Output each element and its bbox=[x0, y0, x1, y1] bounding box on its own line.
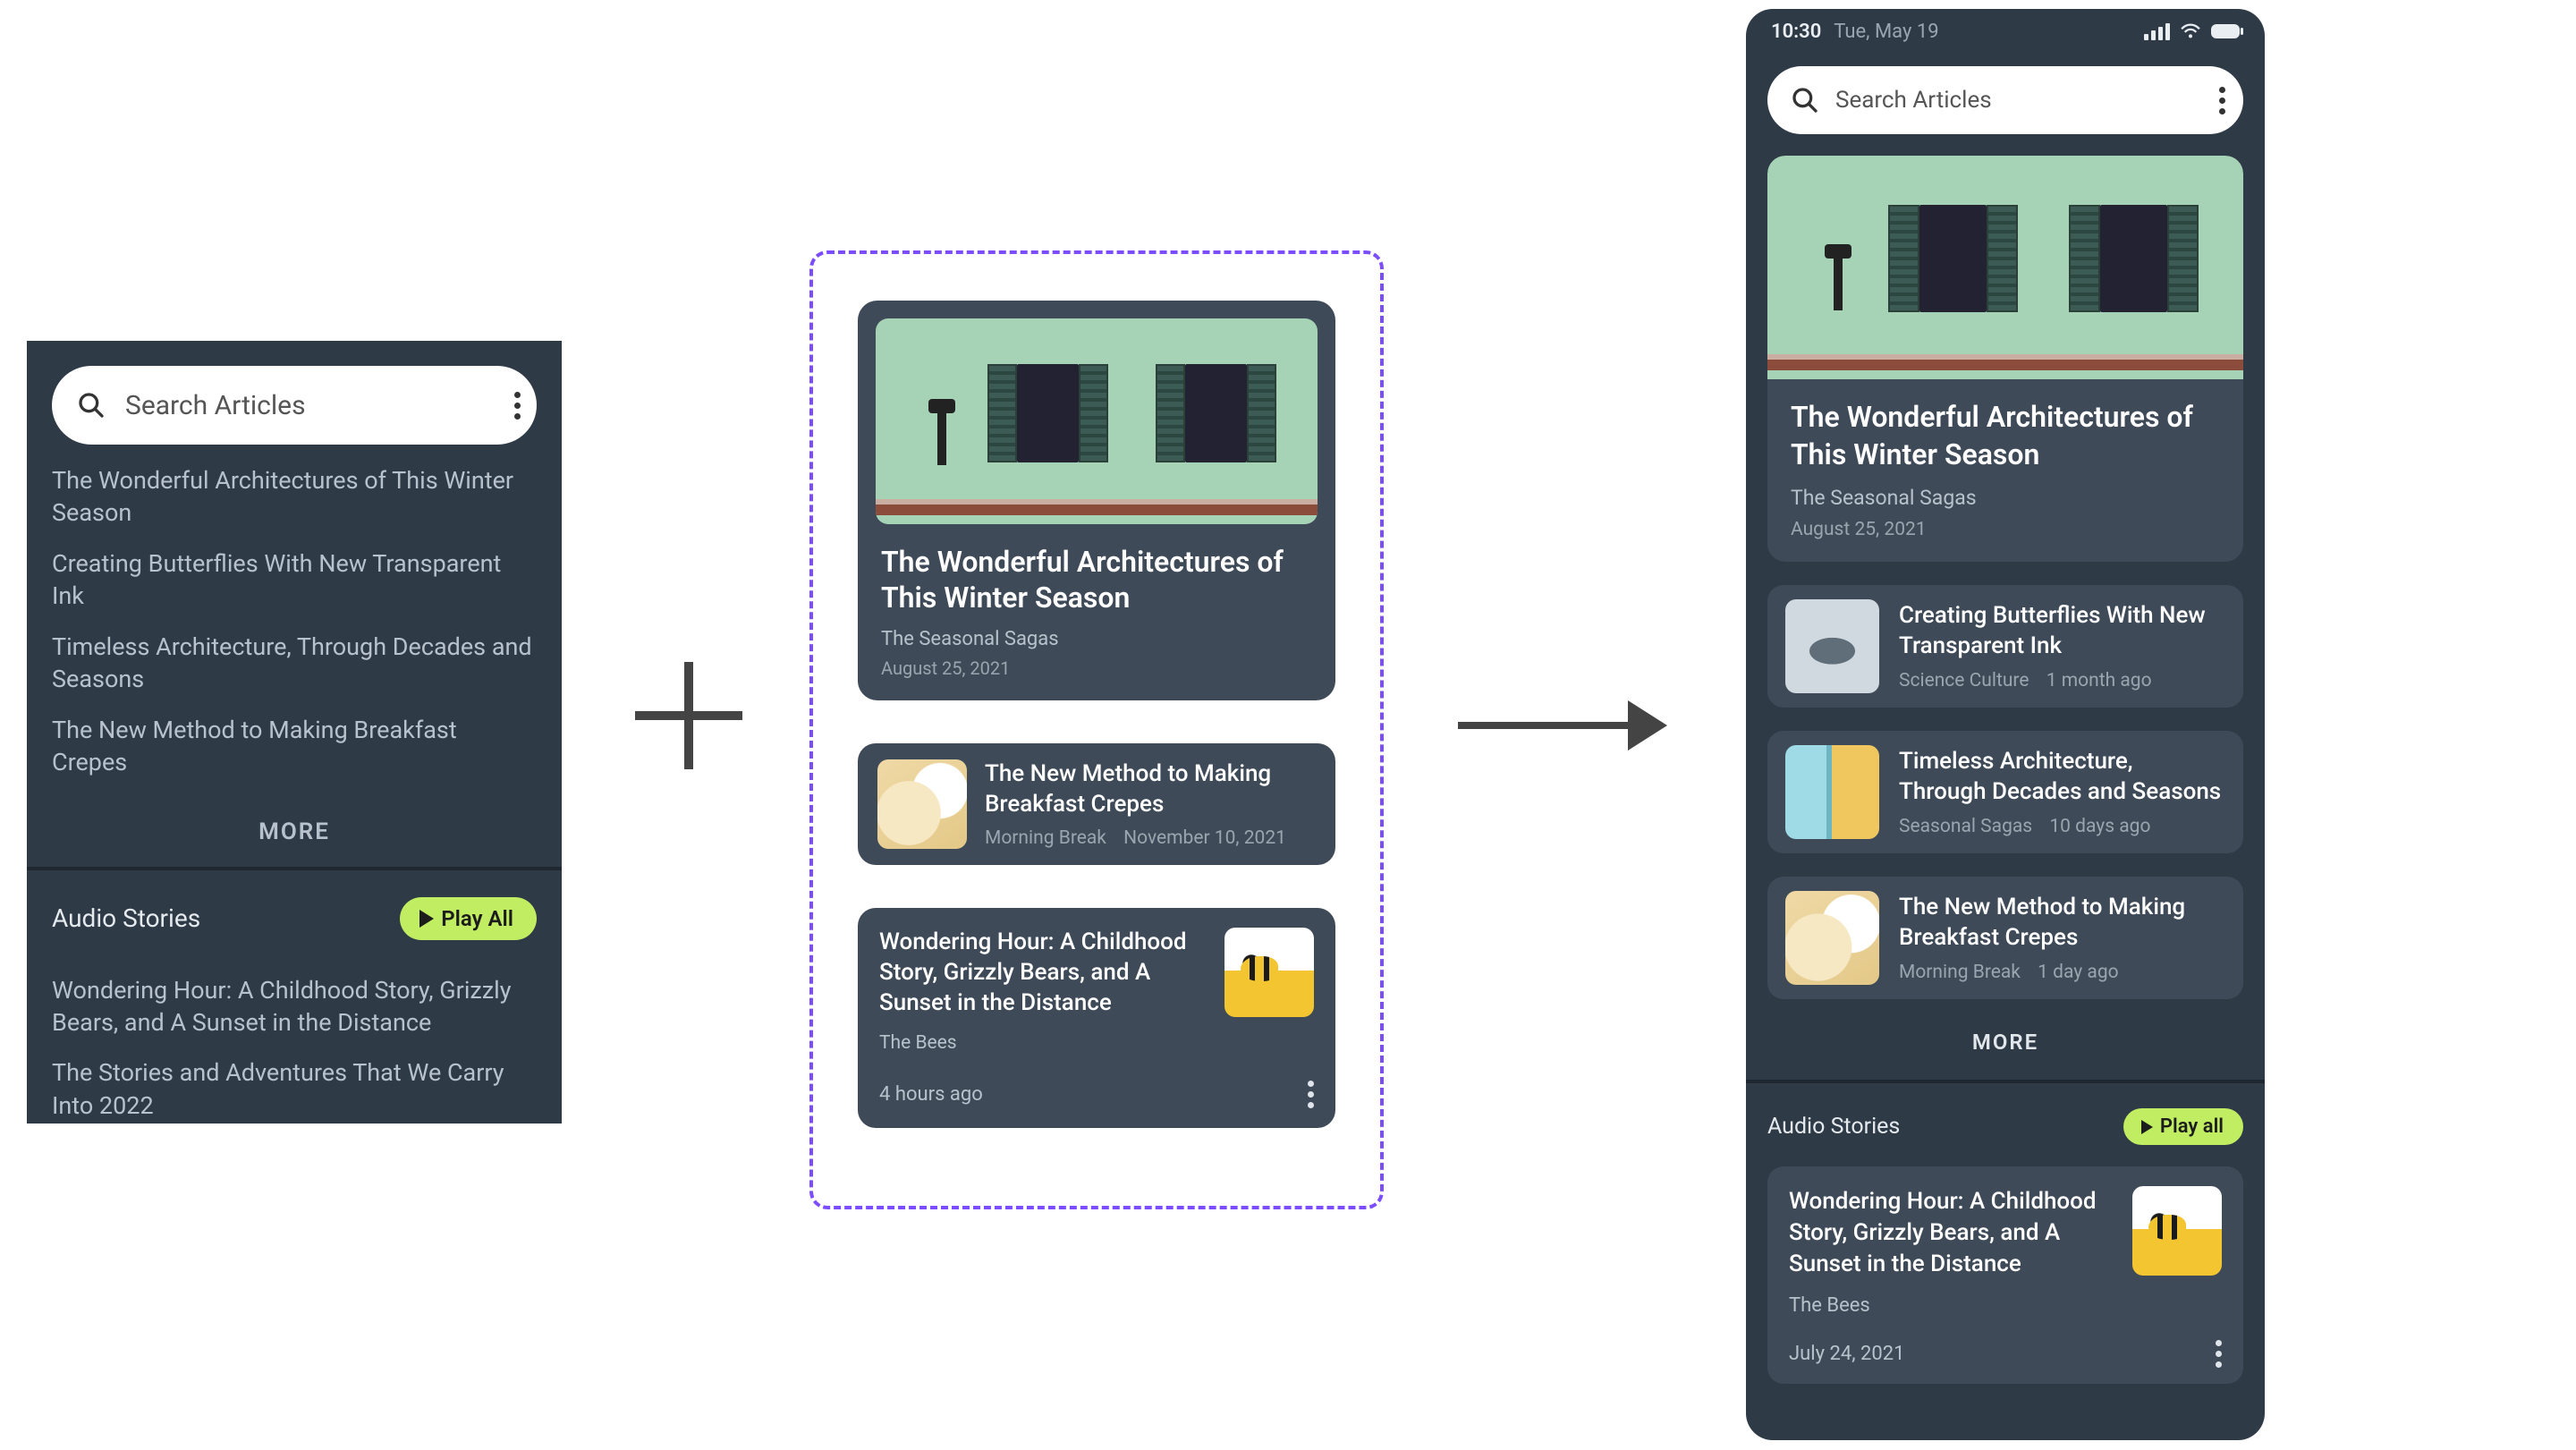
battery-icon bbox=[2211, 24, 2240, 38]
status-time: 10:30 bbox=[1771, 21, 1821, 43]
phone-mockup: 10:30 Tue, May 19 Search Articles bbox=[1746, 9, 2265, 1440]
more-button[interactable]: MORE bbox=[1767, 999, 2243, 1080]
article-row-date: 10 days ago bbox=[2049, 816, 2150, 837]
audio-card-title: Wondering Hour: A Childhood Story, Grizz… bbox=[1789, 1186, 2114, 1280]
audio-card[interactable]: Wondering Hour: A Childhood Story, Grizz… bbox=[1767, 1166, 2243, 1384]
article-title-item[interactable]: The Wonderful Architectures of This Wint… bbox=[52, 464, 537, 530]
search-placeholder: Search Articles bbox=[125, 390, 513, 421]
article-row-title: The New Method to Making Breakfast Crepe… bbox=[1899, 893, 2225, 954]
row-card-image bbox=[877, 759, 967, 849]
hero-card-source: The Seasonal Sagas bbox=[1791, 486, 2220, 510]
signal-icon bbox=[2144, 23, 2170, 40]
audio-title-item[interactable]: The Stories and Adventures That We Carry… bbox=[52, 1056, 537, 1122]
article-row-date: 1 month ago bbox=[2046, 670, 2152, 691]
plus-icon bbox=[635, 662, 742, 769]
hero-card-title: The Wonderful Architectures of This Wint… bbox=[881, 544, 1312, 615]
more-icon[interactable] bbox=[1307, 1081, 1314, 1108]
article-row-source: Science Culture bbox=[1899, 670, 2029, 691]
search-placeholder: Search Articles bbox=[1835, 87, 2218, 114]
hero-card-title: The Wonderful Architectures of This Wint… bbox=[1791, 399, 2220, 473]
stack-card[interactable]: Wondering Hour: A Childhood Story, Grizz… bbox=[858, 908, 1335, 1128]
stack-card-image bbox=[1224, 928, 1314, 1017]
article-title-item[interactable]: Timeless Architecture, Through Decades a… bbox=[52, 631, 537, 696]
more-button[interactable]: MORE bbox=[27, 797, 562, 867]
row-card-title: The New Method to Making Breakfast Crepe… bbox=[985, 759, 1316, 820]
arrow-icon bbox=[1458, 698, 1673, 751]
hero-card-image bbox=[876, 318, 1318, 524]
audio-header-label: Audio Stories bbox=[52, 903, 200, 933]
article-row-source: Morning Break bbox=[1899, 962, 2021, 983]
more-icon[interactable] bbox=[2215, 1340, 2222, 1368]
article-row-source: Seasonal Sagas bbox=[1899, 816, 2032, 837]
audio-section-header: Audio Stories Play all bbox=[1746, 1083, 2265, 1159]
hero-card-date: August 25, 2021 bbox=[881, 657, 1312, 679]
audio-card-source: The Bees bbox=[1789, 1294, 2114, 1317]
hero-card[interactable]: The Wonderful Architectures of This Wint… bbox=[858, 301, 1335, 700]
article-row-title: Timeless Architecture, Through Decades a… bbox=[1899, 747, 2225, 808]
stack-card-title: Wondering Hour: A Childhood Story, Grizz… bbox=[879, 928, 1207, 1018]
article-row[interactable]: Timeless Architecture, Through Decades a… bbox=[1767, 731, 2243, 853]
play-icon bbox=[2141, 1120, 2153, 1134]
spec-panel: Search Articles The Wonderful Architectu… bbox=[27, 341, 562, 1124]
row-card-date: November 10, 2021 bbox=[1123, 827, 1286, 849]
stack-card-time: 4 hours ago bbox=[879, 1083, 983, 1106]
more-icon[interactable] bbox=[2218, 87, 2225, 114]
hero-card-image bbox=[1767, 156, 2243, 379]
row-card-source: Morning Break bbox=[985, 827, 1106, 849]
search-bar[interactable]: Search Articles bbox=[52, 366, 537, 445]
row-card[interactable]: The New Method to Making Breakfast Crepe… bbox=[858, 743, 1335, 865]
hero-card[interactable]: The Wonderful Architectures of This Wint… bbox=[1767, 156, 2243, 562]
audio-card-date: July 24, 2021 bbox=[1789, 1343, 1904, 1365]
article-row-image bbox=[1785, 891, 1879, 985]
article-title-list: The Wonderful Architectures of This Wint… bbox=[27, 464, 562, 779]
more-icon[interactable] bbox=[513, 392, 521, 420]
article-title-item[interactable]: The New Method to Making Breakfast Crepe… bbox=[52, 714, 537, 779]
hero-card-source: The Seasonal Sagas bbox=[881, 628, 1312, 650]
article-row-image bbox=[1785, 745, 1879, 839]
article-row[interactable]: Creating Butterflies With New Transparen… bbox=[1767, 585, 2243, 708]
play-all-label: Play All bbox=[441, 906, 513, 931]
audio-card-image bbox=[2132, 1186, 2222, 1276]
audio-header-label: Audio Stories bbox=[1767, 1114, 1900, 1140]
play-all-button[interactable]: Play All bbox=[400, 897, 537, 940]
play-all-label: Play all bbox=[2160, 1115, 2224, 1138]
play-all-button[interactable]: Play all bbox=[2123, 1108, 2243, 1145]
wifi-icon bbox=[2181, 23, 2200, 39]
hero-card-date: August 25, 2021 bbox=[1791, 519, 2220, 540]
article-row-image bbox=[1785, 599, 1879, 693]
stack-card-source: The Bees bbox=[879, 1032, 1207, 1054]
search-bar[interactable]: Search Articles bbox=[1767, 66, 2243, 134]
audio-section-header: Audio Stories Play All bbox=[27, 870, 562, 947]
search-icon bbox=[1791, 86, 1819, 114]
article-title-item[interactable]: Creating Butterflies With New Transparen… bbox=[52, 547, 537, 613]
audio-title-list: Wondering Hour: A Childhood Story, Grizz… bbox=[27, 947, 562, 1124]
status-bar: 10:30 Tue, May 19 bbox=[1746, 9, 2265, 54]
status-date: Tue, May 19 bbox=[1834, 21, 1938, 43]
audio-title-item[interactable]: Wondering Hour: A Childhood Story, Grizz… bbox=[52, 974, 537, 1039]
article-row-title: Creating Butterflies With New Transparen… bbox=[1899, 601, 2225, 662]
article-row[interactable]: The New Method to Making Breakfast Crepe… bbox=[1767, 877, 2243, 999]
search-icon bbox=[77, 391, 106, 420]
play-icon bbox=[419, 910, 434, 928]
component-gallery: The Wonderful Architectures of This Wint… bbox=[809, 250, 1384, 1209]
article-row-date: 1 day ago bbox=[2038, 962, 2118, 983]
